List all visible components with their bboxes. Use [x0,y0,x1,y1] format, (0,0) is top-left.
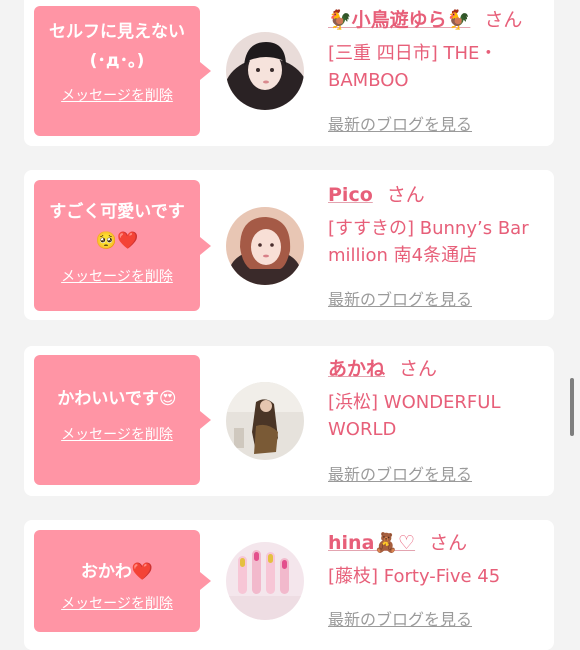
honorific: さん [386,184,425,206]
message-bubble: セルフに見えない (･д･｡) メッセージを削除 [34,6,211,136]
message-card: すごく可愛いです 🥺❤️ メッセージを削除 Pico さん [すすきの] Bunn… [24,170,554,320]
profile-info: Pico さん [すすきの] Bunny’s Bar million 南4条通店 [328,181,548,269]
latest-blog-link[interactable]: 最新のブログを見る [328,111,472,135]
profile-info: 🐓小鳥遊ゆら🐓 さん [三重 四日市] THE・BAMBOO [328,6,548,94]
avatar[interactable] [226,382,304,460]
message-text: すごく可愛いです 🥺❤️ [49,202,185,251]
avatar-photo-icon [226,542,304,620]
latest-blog-link[interactable]: 最新のブログを見る [328,461,472,485]
avatar-photo-icon [226,382,304,460]
message-card: セルフに見えない (･д･｡) メッセージを削除 🐓小鳥遊ゆら🐓 さん [三重 四… [24,0,554,146]
message-bubble: かわいいです😍 メッセージを削除 [34,355,211,485]
profile-info: あかね さん [浜松] WONDERFUL WORLD [328,355,548,443]
avatar[interactable] [226,207,304,285]
profile-name-link[interactable]: 🐓小鳥遊ゆら🐓 [328,9,470,31]
latest-blog-link[interactable]: 最新のブログを見る [328,286,472,310]
delete-message-link[interactable]: メッセージを削除 [61,85,173,105]
delete-message-link[interactable]: メッセージを削除 [61,424,173,444]
message-text: おかわ❤️ [80,562,154,582]
honorific: さん [484,9,523,31]
profile-name-link[interactable]: hina🧸♡ [328,532,415,554]
honorific: さん [429,532,468,554]
scrollbar[interactable] [570,378,574,436]
profile-info: hina🧸♡ さん [藤枝] Forty-Five 45 [328,529,548,590]
delete-message-link[interactable]: メッセージを削除 [61,593,173,613]
profile-name-link[interactable]: あかね [328,358,385,380]
name-line: 🐓小鳥遊ゆら🐓 さん [328,6,548,34]
shop-location: [浜松] WONDERFUL WORLD [328,392,501,440]
name-line: Pico さん [328,181,548,209]
avatar[interactable] [226,542,304,620]
name-line: あかね さん [328,355,548,383]
message-text: かわいいです😍 [57,389,177,409]
latest-blog-link[interactable]: 最新のブログを見る [328,606,472,630]
message-card: かわいいです😍 メッセージを削除 あかね さん [浜松] WONDERFUL WO… [24,346,554,496]
message-text: セルフに見えない (･д･｡) [49,22,185,71]
avatar-photo-icon [226,32,304,110]
avatar[interactable] [226,32,304,110]
delete-message-link[interactable]: メッセージを削除 [61,266,173,286]
message-card: おかわ❤️ メッセージを削除 hina🧸♡ さん [藤枝] Forty-Five … [24,520,554,650]
avatar-photo-icon [226,207,304,285]
shop-location: [すすきの] Bunny’s Bar million 南4条通店 [328,218,529,266]
honorific: さん [399,358,438,380]
message-bubble: すごく可愛いです 🥺❤️ メッセージを削除 [34,180,211,311]
profile-name-link[interactable]: Pico [328,184,373,206]
shop-location: [三重 四日市] THE・BAMBOO [328,43,498,91]
message-bubble: おかわ❤️ メッセージを削除 [34,530,211,632]
name-line: hina🧸♡ さん [328,529,548,557]
shop-location: [藤枝] Forty-Five 45 [328,566,501,587]
